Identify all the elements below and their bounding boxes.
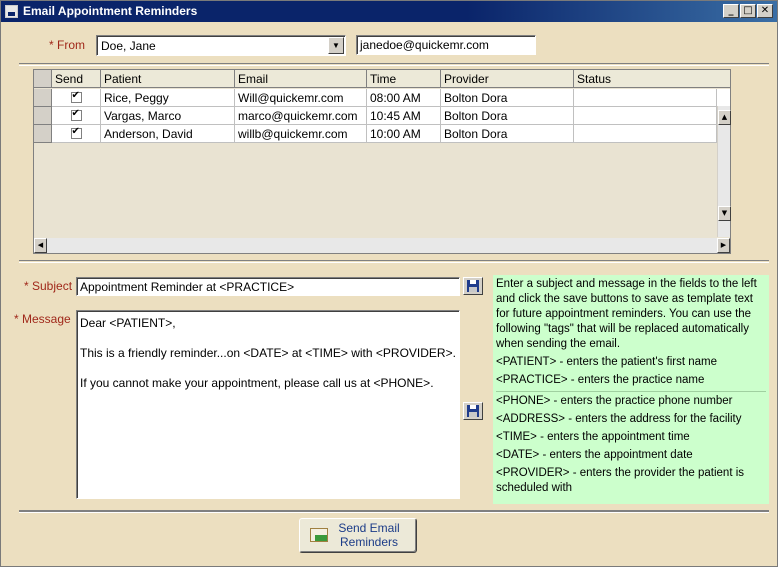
column-header-patient[interactable]: Patient xyxy=(101,70,235,88)
send-button-label-line1: Send Email xyxy=(338,521,400,535)
floppy-disk-icon xyxy=(467,405,479,417)
help-intro: Enter a subject and message in the field… xyxy=(496,278,757,350)
row-selector[interactable] xyxy=(34,125,52,143)
status-cell xyxy=(574,89,717,107)
send-checkbox[interactable] xyxy=(70,108,82,121)
email-cell: willb@quickemr.com xyxy=(235,125,367,143)
window-title: Email Appointment Reminders xyxy=(23,4,198,18)
status-cell xyxy=(574,125,717,143)
row-selector[interactable] xyxy=(34,107,52,125)
from-select-value: Doe, Jane xyxy=(101,39,156,53)
from-email-field[interactable]: janedoe@quickemr.com xyxy=(356,35,536,55)
vertical-scrollbar[interactable]: ▲ ▼ xyxy=(717,106,731,237)
help-tag: <TIME> - enters the appointment time xyxy=(496,431,690,443)
message-line xyxy=(80,331,456,346)
scroll-right-icon[interactable]: ▶ xyxy=(717,238,730,253)
top-divider xyxy=(19,63,769,66)
save-subject-button[interactable] xyxy=(463,277,483,295)
scroll-left-icon[interactable]: ◀ xyxy=(34,238,47,253)
column-header-email[interactable]: Email xyxy=(235,70,367,88)
scroll-down-icon[interactable]: ▼ xyxy=(718,206,731,221)
send-cell xyxy=(52,107,101,125)
bottom-divider xyxy=(19,510,769,513)
time-cell: 10:00 AM xyxy=(367,125,441,143)
close-button[interactable]: ✕ xyxy=(757,4,773,18)
help-tag: <PHONE> - enters the practice phone numb… xyxy=(496,395,733,407)
table-row[interactable]: Vargas, Marco marco@quickemr.com 10:45 A… xyxy=(34,107,730,125)
grid-body: Send Patient Email Time Provider Status … xyxy=(34,70,731,238)
column-header-provider[interactable]: Provider xyxy=(441,70,574,88)
grid-corner xyxy=(34,70,52,88)
grid-header: Send Patient Email Time Provider Status xyxy=(34,70,730,88)
help-tag: <PATIENT> - enters the patient's first n… xyxy=(496,356,717,368)
from-label: * From xyxy=(49,38,85,52)
row-selector[interactable] xyxy=(34,89,52,107)
provider-cell: Bolton Dora xyxy=(441,89,574,107)
column-header-status[interactable]: Status xyxy=(574,70,730,88)
floppy-disk-icon xyxy=(467,280,479,292)
help-panel: Enter a subject and message in the field… xyxy=(493,275,769,504)
subject-label: * Subject xyxy=(24,279,73,293)
time-cell: 10:45 AM xyxy=(367,107,441,125)
provider-cell: Bolton Dora xyxy=(441,125,574,143)
status-cell xyxy=(574,107,717,125)
email-reminders-window: Email Appointment Reminders _ □ ✕ * From… xyxy=(0,0,778,567)
time-cell: 08:00 AM xyxy=(367,89,441,107)
provider-cell: Bolton Dora xyxy=(441,107,574,125)
scroll-up-icon[interactable]: ▲ xyxy=(718,110,731,125)
column-header-time[interactable]: Time xyxy=(367,70,441,88)
send-cell xyxy=(52,89,101,107)
patient-cell: Rice, Peggy xyxy=(101,89,235,107)
appointments-grid: Send Patient Email Time Provider Status … xyxy=(33,69,731,254)
help-tag: <PRACTICE> - enters the practice name xyxy=(496,374,705,386)
patient-cell: Anderson, David xyxy=(101,125,235,143)
message-line: This is a friendly reminder...on <DATE> … xyxy=(80,346,456,360)
title-bar[interactable]: Email Appointment Reminders _ □ ✕ xyxy=(1,1,777,22)
subject-field[interactable]: Appointment Reminder at <PRACTICE> xyxy=(76,277,460,296)
chevron-down-icon[interactable]: ▼ xyxy=(328,37,344,54)
from-select[interactable]: Doe, Jane ▼ xyxy=(96,35,346,56)
send-email-reminders-button[interactable]: Send Email Reminders xyxy=(299,518,417,553)
help-tag: <PROVIDER> - enters the provider the pat… xyxy=(496,467,745,494)
email-cell: marco@quickemr.com xyxy=(235,107,367,125)
middle-divider xyxy=(19,260,769,263)
minimize-button[interactable]: _ xyxy=(723,4,739,18)
help-tag: <DATE> - enters the appointment date xyxy=(496,449,693,461)
send-checkbox[interactable] xyxy=(70,126,82,139)
table-row[interactable]: Rice, Peggy Will@quickemr.com 08:00 AM B… xyxy=(34,89,730,107)
message-line xyxy=(80,361,456,376)
save-message-button[interactable] xyxy=(463,402,483,420)
app-icon xyxy=(5,5,18,18)
patient-cell: Vargas, Marco xyxy=(101,107,235,125)
message-line: If you cannot make your appointment, ple… xyxy=(80,376,434,390)
column-header-send[interactable]: Send xyxy=(52,70,101,88)
send-checkbox[interactable] xyxy=(70,90,82,103)
message-line: Dear <PATIENT>, xyxy=(80,316,176,330)
help-divider xyxy=(496,391,766,392)
maximize-button[interactable]: □ xyxy=(740,4,756,18)
message-field[interactable]: Dear <PATIENT>, This is a friendly remin… xyxy=(76,310,460,499)
help-tag: <ADDRESS> - enters the address for the f… xyxy=(496,413,742,425)
send-cell xyxy=(52,125,101,143)
horizontal-scrollbar[interactable]: ◀ ▶ xyxy=(34,238,730,253)
table-row[interactable]: Anderson, David willb@quickemr.com 10:00… xyxy=(34,125,730,143)
message-label: * Message xyxy=(14,312,71,326)
email-cell: Will@quickemr.com xyxy=(235,89,367,107)
send-mail-icon xyxy=(310,528,328,542)
send-button-label-line2: Reminders xyxy=(339,535,399,549)
